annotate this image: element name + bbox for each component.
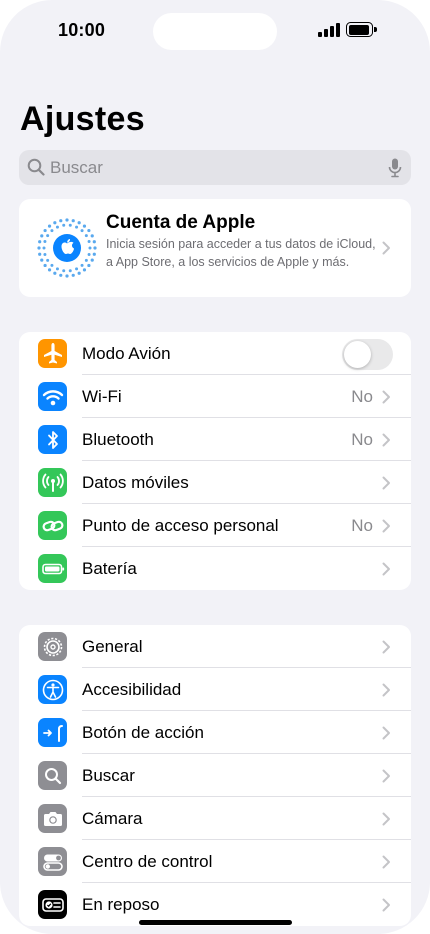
settings-row-buscar[interactable]: Buscar [19,754,411,797]
chevron-right-icon [382,241,390,255]
status-bar: 10:00 [0,0,430,62]
row-value: No [351,387,373,406]
settings-screen: 10:00 Ajustes Buscar Cuenta de Apple Ini… [0,0,430,934]
wifi-icon [38,382,67,411]
airplane-mode-toggle[interactable] [342,339,393,370]
settings-row-datos-moviles[interactable]: Datos móviles [19,461,411,504]
chevron-right-icon [382,769,390,783]
chevron-right-icon [382,683,390,697]
settings-row-wi-fi[interactable]: Wi-Fi No [19,375,411,418]
chevron-right-icon [382,476,390,490]
status-time: 10:00 [58,20,106,40]
accessibility-icon [38,675,67,704]
camera-icon [38,804,67,833]
chevron-right-icon [382,433,390,447]
cellular-signal-icon [318,23,340,37]
row-value: No [351,516,373,535]
chevron-right-icon [382,812,390,826]
airplane-icon [38,339,67,368]
row-label: Datos móviles [82,473,189,492]
chevron-right-icon [382,562,390,576]
action-button-icon [38,718,67,747]
home-indicator[interactable] [139,920,292,925]
apple-account-card[interactable]: Cuenta de Apple Inicia sesión para acced… [19,199,411,297]
row-label: General [82,637,143,656]
dynamic-island [153,13,277,50]
settings-row-camara[interactable]: Cámara [19,797,411,840]
account-title: Cuenta de Apple [106,212,256,233]
apple-account-icon [37,218,97,278]
chevron-right-icon [382,898,390,912]
row-label: Modo Avión [82,344,171,363]
battery-icon [38,554,67,583]
antenna-icon [38,468,67,497]
toggles-icon [38,847,67,876]
settings-row-bluetooth[interactable]: Bluetooth No [19,418,411,461]
row-label: Centro de control [82,852,213,871]
settings-row-modo-avion[interactable]: Modo Avión [19,332,411,375]
microphone-icon[interactable] [388,158,402,178]
row-label: Botón de acción [82,723,204,742]
settings-row-boton-de-accion[interactable]: Botón de acción [19,711,411,754]
chevron-right-icon [382,640,390,654]
row-label: Bluetooth [82,430,154,449]
settings-row-centro-de-control[interactable]: Centro de control [19,840,411,883]
chevron-right-icon [382,726,390,740]
connectivity-group: Modo Avión Wi-Fi No Bluetooth No Datos móvile… [19,332,411,590]
row-label: En reposo [82,895,160,914]
gear-icon [38,632,67,661]
search-icon [27,158,45,176]
chevron-right-icon [382,855,390,869]
settings-row-bateria[interactable]: Batería [19,547,411,590]
bluetooth-icon [38,425,67,454]
page-title: Ajustes [20,100,145,138]
search-placeholder: Buscar [50,158,103,177]
battery-status-icon [346,22,377,37]
chevron-right-icon [382,519,390,533]
chevron-right-icon [382,390,390,404]
row-label: Accesibilidad [82,680,182,699]
search-icon [38,761,67,790]
row-label: Wi-Fi [82,387,122,406]
settings-row-punto-de-acceso-personal[interactable]: Punto de acceso personal No [19,504,411,547]
row-value: No [351,430,373,449]
search-input[interactable]: Buscar [19,150,411,185]
row-label: Buscar [82,766,135,785]
settings-row-general[interactable]: General [19,625,411,668]
row-label: Punto de acceso personal [82,516,279,535]
standby-icon [38,890,67,919]
row-label: Batería [82,559,137,578]
account-subtitle: Inicia sesión para acceder a tus datos d… [106,237,376,269]
settings-row-accesibilidad[interactable]: Accesibilidad [19,668,411,711]
hotspot-link-icon [38,511,67,540]
row-label: Cámara [82,809,143,828]
general-group: General Accesibilidad Botón de acción Busca… [19,625,411,926]
toggle-knob [344,341,371,368]
